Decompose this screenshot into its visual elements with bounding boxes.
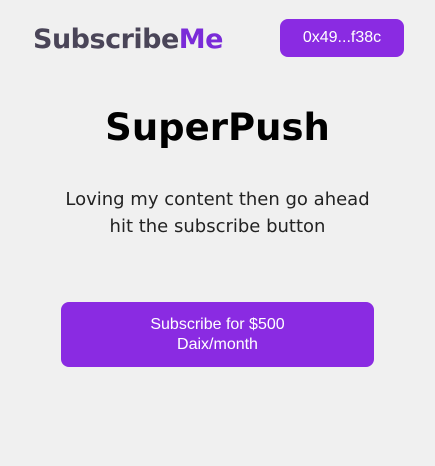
page-title: SuperPush xyxy=(105,106,330,149)
header: SubscribeMe 0x49...f38c xyxy=(0,0,435,80)
logo: SubscribeMe xyxy=(33,24,223,56)
logo-text-accent: Me xyxy=(178,24,224,55)
wallet-address-button[interactable]: 0x49...f38c xyxy=(280,19,404,57)
logo-text-primary: Subscribe xyxy=(33,24,179,55)
subscribe-button[interactable]: Subscribe for $500 Daix/month xyxy=(61,302,374,367)
description-text: Loving my content then go ahead hit the … xyxy=(65,189,370,237)
